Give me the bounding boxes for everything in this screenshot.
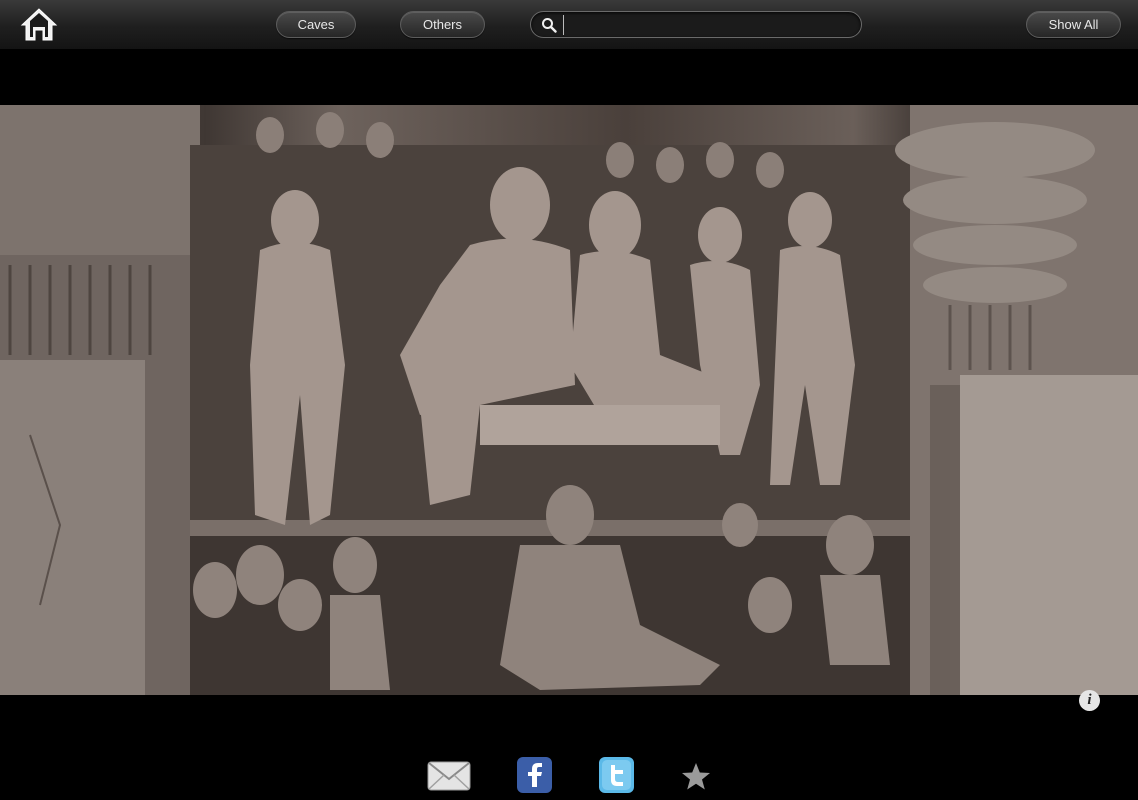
show-all-button[interactable]: Show All bbox=[1026, 11, 1121, 38]
others-button[interactable]: Others bbox=[400, 11, 485, 38]
facebook-button[interactable] bbox=[517, 757, 552, 793]
favorite-button[interactable] bbox=[680, 761, 712, 791]
mail-button[interactable] bbox=[427, 760, 471, 792]
caves-button[interactable]: Caves bbox=[276, 11, 356, 38]
sculpture-relief-image bbox=[0, 105, 1138, 695]
home-icon bbox=[20, 8, 58, 41]
mail-icon bbox=[427, 761, 471, 791]
info-button[interactable]: i bbox=[1079, 690, 1100, 711]
twitter-icon bbox=[599, 757, 634, 793]
search-input[interactable] bbox=[563, 15, 853, 35]
sculpture-photo bbox=[0, 105, 1138, 695]
search-box[interactable] bbox=[530, 11, 862, 38]
facebook-icon bbox=[517, 757, 552, 793]
home-button[interactable] bbox=[20, 7, 58, 43]
share-bar bbox=[0, 750, 1138, 800]
top-toolbar: Caves Others Show All bbox=[0, 0, 1138, 50]
star-icon bbox=[682, 763, 710, 790]
search-icon bbox=[542, 18, 557, 33]
twitter-button[interactable] bbox=[599, 757, 634, 793]
